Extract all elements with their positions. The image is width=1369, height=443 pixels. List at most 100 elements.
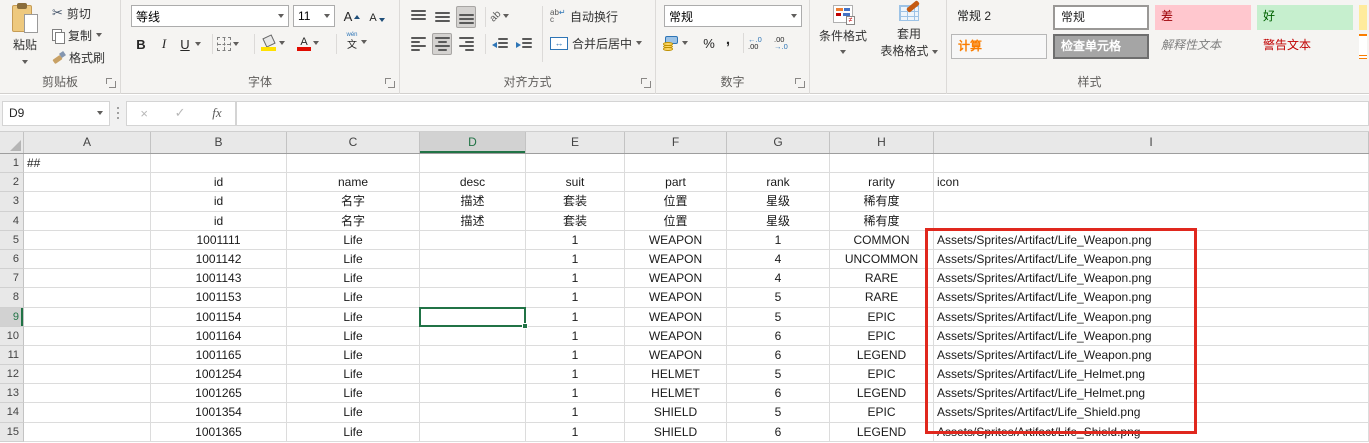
cell-C8[interactable]: Life (287, 288, 420, 307)
cell-D3[interactable]: 描述 (420, 192, 526, 211)
style-explain[interactable]: 解释性文本 (1155, 34, 1251, 59)
cell-G12[interactable]: 5 (727, 365, 830, 384)
cell-D11[interactable] (420, 346, 526, 365)
cell-A10[interactable] (24, 327, 151, 346)
cell-A14[interactable] (24, 403, 151, 422)
cell-H15[interactable]: LEGEND (830, 423, 934, 442)
cell-D13[interactable] (420, 384, 526, 403)
cell-E5[interactable]: 1 (526, 231, 625, 250)
cell-E13[interactable]: 1 (526, 384, 625, 403)
cell-I4[interactable] (934, 212, 1369, 231)
paste-dropdown-icon[interactable] (22, 60, 28, 64)
align-right-button[interactable] (456, 33, 476, 55)
align-middle-button[interactable] (432, 6, 452, 28)
cell-I14[interactable]: Assets/Sprites/Artifact/Life_Shield.png (934, 403, 1369, 422)
cell-B3[interactable]: id (151, 192, 287, 211)
cell-I10[interactable]: Assets/Sprites/Artifact/Life_Weapon.png (934, 327, 1369, 346)
style-normal-selected[interactable]: 常规 (1053, 5, 1149, 30)
cell-G8[interactable]: 5 (727, 288, 830, 307)
comma-style-button[interactable]: , (722, 28, 734, 50)
cell-A7[interactable] (24, 269, 151, 288)
row-header-8[interactable]: 8 (0, 288, 24, 307)
insert-function-icon[interactable]: fx (212, 105, 221, 121)
row-header-13[interactable]: 13 (0, 384, 24, 403)
column-header-C[interactable]: C (287, 132, 420, 153)
style-good[interactable]: 好 (1257, 5, 1353, 30)
percent-style-button[interactable]: % (700, 32, 718, 54)
column-header-I[interactable]: I (934, 132, 1369, 153)
underline-button[interactable]: U (177, 33, 193, 55)
cell-F8[interactable]: WEAPON (625, 288, 727, 307)
row-header-3[interactable]: 3 (0, 192, 24, 211)
cell-E6[interactable]: 1 (526, 250, 625, 269)
column-header-F[interactable]: F (625, 132, 727, 153)
number-dialog-launcher[interactable] (795, 78, 805, 88)
row-header-11[interactable]: 11 (0, 346, 24, 365)
phonetic-dropdown-icon[interactable] (361, 40, 367, 44)
cell-E11[interactable]: 1 (526, 346, 625, 365)
merge-center-dropdown-icon[interactable] (636, 41, 642, 45)
bold-button[interactable]: B (133, 33, 149, 55)
row-header-12[interactable]: 12 (0, 365, 24, 384)
cell-E15[interactable]: 1 (526, 423, 625, 442)
cell-C9[interactable]: Life (287, 308, 420, 327)
cell-G14[interactable]: 5 (727, 403, 830, 422)
font-color-dropdown-icon[interactable] (313, 41, 319, 45)
cell-C11[interactable]: Life (287, 346, 420, 365)
wrap-text-button[interactable]: ab↵c 自动换行 (550, 5, 618, 27)
alignment-dialog-launcher[interactable] (641, 78, 651, 88)
cell-C3[interactable]: 名字 (287, 192, 420, 211)
cell-E8[interactable]: 1 (526, 288, 625, 307)
column-header-G[interactable]: G (727, 132, 830, 153)
cell-C2[interactable]: name (287, 173, 420, 192)
cell-E10[interactable]: 1 (526, 327, 625, 346)
cell-G6[interactable]: 4 (727, 250, 830, 269)
cell-H8[interactable]: RARE (830, 288, 934, 307)
accounting-dropdown-icon[interactable] (682, 41, 688, 45)
font-size-dropdown-icon[interactable] (324, 14, 330, 18)
font-name-dropdown-icon[interactable] (278, 14, 284, 18)
cell-B12[interactable]: 1001254 (151, 365, 287, 384)
cell-I2[interactable]: icon (934, 173, 1369, 192)
row-header-4[interactable]: 4 (0, 212, 24, 231)
cell-B10[interactable]: 1001164 (151, 327, 287, 346)
row-header-14[interactable]: 14 (0, 403, 24, 422)
fill-color-dropdown-icon[interactable] (279, 41, 285, 45)
orientation-dropdown-icon[interactable] (503, 14, 509, 18)
column-header-B[interactable]: B (151, 132, 287, 153)
cell-A2[interactable] (24, 173, 151, 192)
cell-G2[interactable]: rank (727, 173, 830, 192)
cell-F14[interactable]: SHIELD (625, 403, 727, 422)
cell-I15[interactable]: Assets/Sprites/Artifact/Life_Shield.png (934, 423, 1369, 442)
cell-E4[interactable]: 套装 (526, 212, 625, 231)
name-box[interactable]: D9 (2, 101, 110, 126)
increase-indent-button[interactable] (514, 33, 534, 55)
cell-A4[interactable] (24, 212, 151, 231)
cell-I8[interactable]: Assets/Sprites/Artifact/Life_Weapon.png (934, 288, 1369, 307)
cell-B5[interactable]: 1001111 (151, 231, 287, 250)
cell-F10[interactable]: WEAPON (625, 327, 727, 346)
cell-H14[interactable]: EPIC (830, 403, 934, 422)
style-bad[interactable]: 差 (1155, 5, 1251, 30)
cell-A11[interactable] (24, 346, 151, 365)
cell-B14[interactable]: 1001354 (151, 403, 287, 422)
font-name-combo[interactable]: 等线 (131, 5, 289, 27)
cell-C6[interactable]: Life (287, 250, 420, 269)
name-box-dropdown-icon[interactable] (97, 111, 103, 115)
cell-E7[interactable]: 1 (526, 269, 625, 288)
cell-G7[interactable]: 4 (727, 269, 830, 288)
align-center-button[interactable] (432, 33, 452, 55)
borders-button[interactable] (217, 33, 239, 55)
cell-D12[interactable] (420, 365, 526, 384)
cell-F13[interactable]: HELMET (625, 384, 727, 403)
cell-F5[interactable]: WEAPON (625, 231, 727, 250)
cell-C12[interactable]: Life (287, 365, 420, 384)
cell-G11[interactable]: 6 (727, 346, 830, 365)
align-left-button[interactable] (408, 33, 428, 55)
format-as-table-dropdown-icon[interactable] (932, 50, 938, 54)
decrease-indent-button[interactable] (490, 33, 510, 55)
cancel-icon[interactable]: × (140, 106, 148, 121)
cell-D10[interactable] (420, 327, 526, 346)
cell-A12[interactable] (24, 365, 151, 384)
cell-I7[interactable]: Assets/Sprites/Artifact/Life_Weapon.png (934, 269, 1369, 288)
